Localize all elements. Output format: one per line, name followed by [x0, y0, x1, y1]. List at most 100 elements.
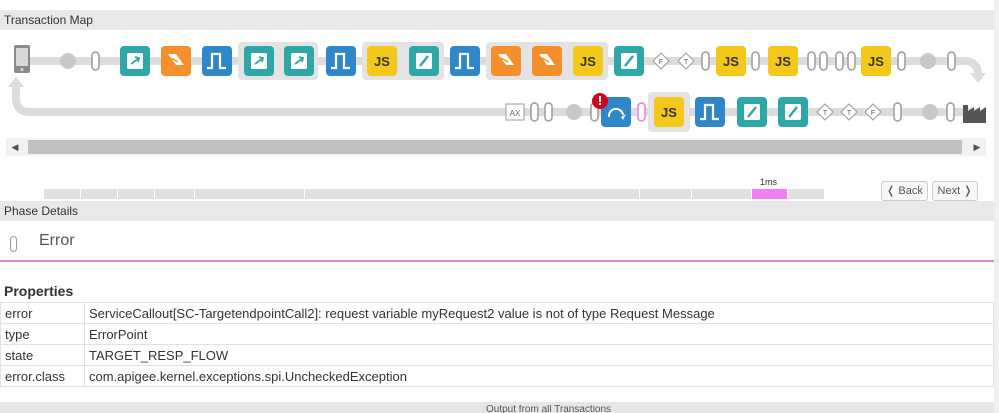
svg-text:F: F: [659, 59, 663, 66]
extract-variables-icon[interactable]: [161, 46, 191, 76]
assign-message-icon[interactable]: [737, 97, 767, 127]
pipe-icon[interactable]: [807, 51, 816, 71]
assign-message-icon[interactable]: [409, 46, 439, 76]
next-button[interactable]: Next ❭: [932, 181, 978, 201]
properties-title: Properties: [4, 283, 74, 299]
page-vertical-scrollbar[interactable]: [994, 0, 999, 413]
svg-text:JS: JS: [580, 54, 596, 69]
pipe-icon[interactable]: [893, 102, 902, 122]
flow-circle-icon[interactable]: [60, 53, 76, 69]
timeline-label: 1ms: [760, 177, 778, 187]
request-arrow-head: [970, 73, 986, 83]
scroll-left-arrow-icon[interactable]: ◀: [6, 138, 24, 156]
svg-text:JS: JS: [775, 54, 791, 69]
mobile-client-icon[interactable]: [14, 45, 30, 73]
pipe-icon[interactable]: [847, 51, 856, 71]
service-callout-icon[interactable]: [244, 46, 274, 76]
timeline-segment[interactable]: [155, 189, 195, 199]
property-key: type: [0, 323, 85, 345]
table-row: state TARGET_RESP_FLOW: [0, 344, 994, 366]
output-title: Output from all Transactions: [486, 405, 612, 413]
pipe-icon[interactable]: [91, 51, 100, 71]
transaction-map: JS JS F T JS JS JS AX JS T T F: [0, 31, 994, 135]
back-button[interactable]: ❬ Back: [881, 181, 928, 201]
flow-callout-icon[interactable]: [202, 46, 232, 76]
svg-text:JS: JS: [374, 54, 390, 69]
extract-variables-icon[interactable]: [532, 46, 562, 76]
svg-text:JS: JS: [868, 54, 884, 69]
timeline-segment[interactable]: [788, 189, 825, 199]
response-arrow-head: [8, 77, 24, 87]
condition-true-icon[interactable]: T: [816, 103, 834, 121]
flow-callout-icon[interactable]: [450, 46, 480, 76]
timeline-segment[interactable]: [692, 189, 752, 199]
svg-text:T: T: [847, 110, 852, 117]
pipe-icon[interactable]: [897, 51, 906, 71]
flow-circle-icon[interactable]: [920, 53, 936, 69]
scroll-right-arrow-icon[interactable]: ▶: [968, 138, 986, 156]
javascript-policy-icon[interactable]: JS: [654, 97, 684, 127]
assign-message-icon[interactable]: [778, 97, 808, 127]
flow-circle-icon[interactable]: [922, 104, 938, 120]
response-path-line: [12, 84, 978, 116]
property-value: ServiceCallout[SC-TargetendpointCall2]: …: [84, 302, 994, 324]
phase-name: Error: [39, 232, 75, 249]
transaction-map-header: Transaction Map: [0, 10, 994, 30]
property-key: error: [0, 302, 85, 324]
timeline-segment[interactable]: [640, 189, 692, 199]
timeline-segment[interactable]: [195, 189, 305, 199]
property-key: state: [0, 344, 85, 366]
condition-false-icon[interactable]: F: [864, 103, 882, 121]
map-horizontal-scrollbar[interactable]: ◀ ▶: [6, 138, 986, 156]
javascript-policy-icon[interactable]: JS: [716, 46, 746, 76]
assign-message-icon[interactable]: [614, 46, 644, 76]
javascript-policy-icon[interactable]: JS: [573, 46, 603, 76]
timeline-segment[interactable]: [44, 189, 81, 199]
flow-circle-icon[interactable]: [566, 104, 582, 120]
timeline-segment[interactable]: [305, 189, 640, 199]
pipe-icon[interactable]: [819, 51, 828, 71]
pipe-icon: [10, 236, 17, 252]
svg-text:T: T: [823, 110, 828, 117]
svg-text:T: T: [684, 59, 689, 66]
timeline-segment-selected[interactable]: [752, 189, 788, 199]
property-key: error.class: [0, 365, 85, 387]
transaction-map-diagram: JS JS F T JS JS JS AX JS T T F: [8, 42, 986, 132]
service-callout-icon[interactable]: [120, 46, 150, 76]
svg-text:JS: JS: [661, 105, 677, 120]
condition-false-icon[interactable]: F: [652, 52, 670, 70]
svg-text:F: F: [871, 110, 875, 117]
table-row: error ServiceCallout[SC-TargetendpointCa…: [0, 302, 994, 324]
pipe-icon[interactable]: [530, 102, 539, 122]
pipe-icon[interactable]: [751, 51, 760, 71]
service-callout-icon[interactable]: [284, 46, 314, 76]
analytics-ax-icon[interactable]: AX: [505, 103, 525, 121]
condition-true-icon[interactable]: T: [677, 52, 695, 70]
error-badge-icon: [592, 93, 608, 109]
timeline-segment[interactable]: [118, 189, 155, 199]
table-row: type ErrorPoint: [0, 323, 994, 345]
target-factory-icon[interactable]: [963, 105, 986, 123]
scroll-thumb[interactable]: [28, 140, 962, 154]
timeline-segment[interactable]: [81, 189, 118, 199]
javascript-policy-icon[interactable]: JS: [367, 46, 397, 76]
condition-true-icon[interactable]: T: [840, 103, 858, 121]
property-value: ErrorPoint: [84, 323, 994, 345]
javascript-policy-icon[interactable]: JS: [861, 46, 891, 76]
pipe-icon[interactable]: [835, 51, 844, 71]
property-value: com.apigee.kernel.exceptions.spi.Uncheck…: [84, 365, 994, 387]
pipe-icon[interactable]: [947, 51, 956, 71]
phase-details-header: Phase Details: [0, 201, 994, 221]
flow-callout-icon[interactable]: [695, 97, 725, 127]
pipe-icon[interactable]: [946, 102, 955, 122]
pipe-icon[interactable]: [544, 102, 553, 122]
pipe-error-selected-icon[interactable]: [637, 102, 646, 122]
property-value: TARGET_RESP_FLOW: [84, 344, 994, 366]
pipe-icon[interactable]: [701, 51, 710, 71]
svg-text:AX: AX: [510, 109, 521, 118]
table-row: error.class com.apigee.kernel.exceptions…: [0, 365, 994, 387]
extract-variables-icon[interactable]: [491, 46, 521, 76]
javascript-policy-icon[interactable]: JS: [768, 46, 798, 76]
properties-table: error ServiceCallout[SC-TargetendpointCa…: [0, 302, 994, 387]
flow-callout-icon[interactable]: [326, 46, 356, 76]
